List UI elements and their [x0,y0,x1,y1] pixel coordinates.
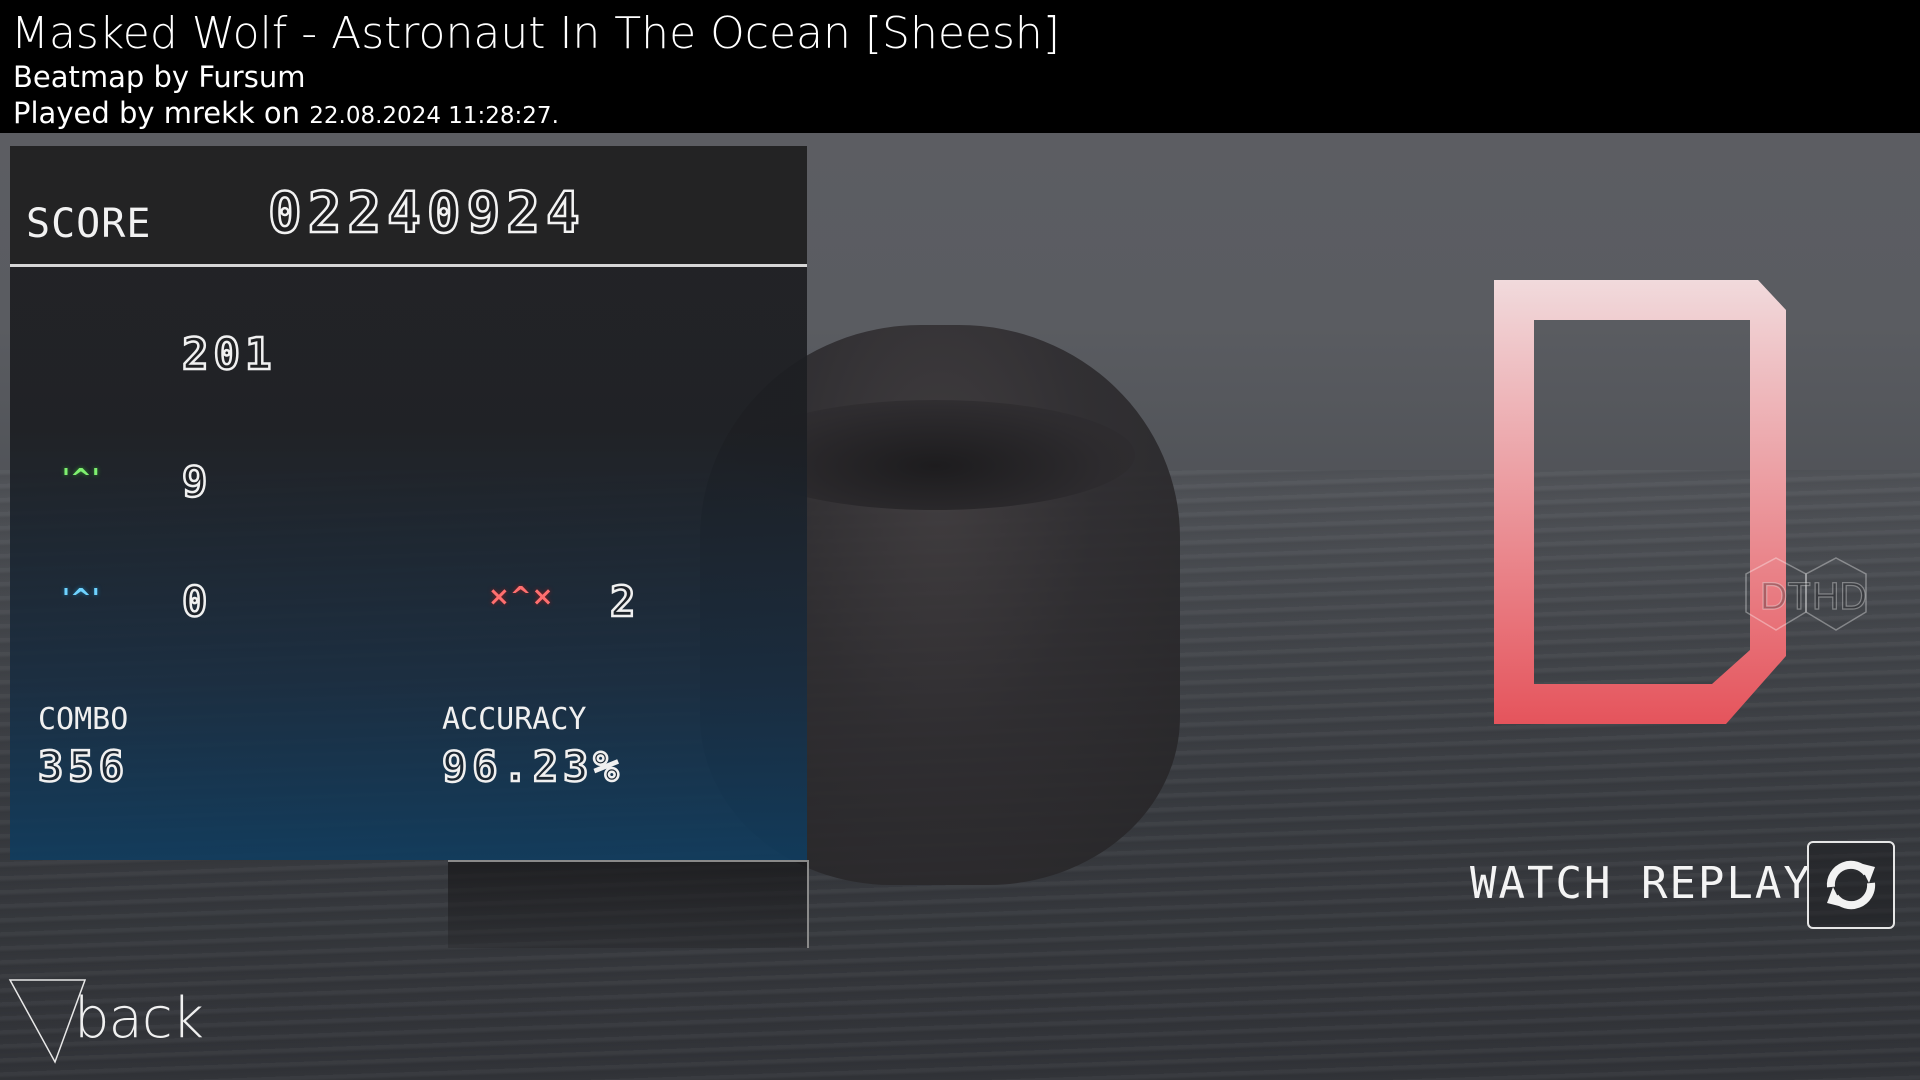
panel-tab [448,860,809,948]
ranking-panel: SCORE 02240924 201 '^' 9 '^' 0 ×^× 2 COM… [10,146,807,860]
watch-replay-label[interactable]: WATCH REPLAY [1470,858,1812,909]
meh-count: 0 [181,576,213,628]
combo-value: 356 [37,741,129,793]
mod-dt: DT [1760,576,1811,618]
mods-display: DT HD [1745,557,1867,631]
accuracy-value: 96.23% [441,741,624,793]
combo-label: COMBO [38,702,129,737]
good-count: 9 [181,456,213,508]
replay-arrows-icon [1826,860,1876,910]
grade-letter: D [1494,280,1786,724]
back-label[interactable]: back [74,986,204,1051]
header-bar: Masked Wolf - Astronaut In The Ocean [Sh… [0,0,1920,133]
score-label: SCORE [26,201,152,247]
watch-replay-button[interactable] [1807,841,1895,929]
played-date: 22.08.2024 11:28:27. [309,103,559,129]
accuracy-label: ACCURACY [442,702,587,737]
miss-icon: ×^× [488,582,554,612]
hit-100-icon: '^' [62,464,100,494]
score-value: 02240924 [267,180,586,248]
played-by-text: Played by mrekk on [13,96,301,130]
beatmap-title: Masked Wolf - Astronaut In The Ocean [Sh… [11,8,1060,59]
beatmap-creator: Beatmap by Fursum [13,60,306,94]
great-count: 201 [181,328,277,382]
played-by: Played by mrekk on 22.08.2024 11:28:27. [13,96,559,130]
mod-hd: HD [1812,576,1867,618]
hit-50-icon: '^' [62,584,100,614]
miss-count: 2 [609,576,641,628]
score-row: SCORE 02240924 [10,146,807,267]
